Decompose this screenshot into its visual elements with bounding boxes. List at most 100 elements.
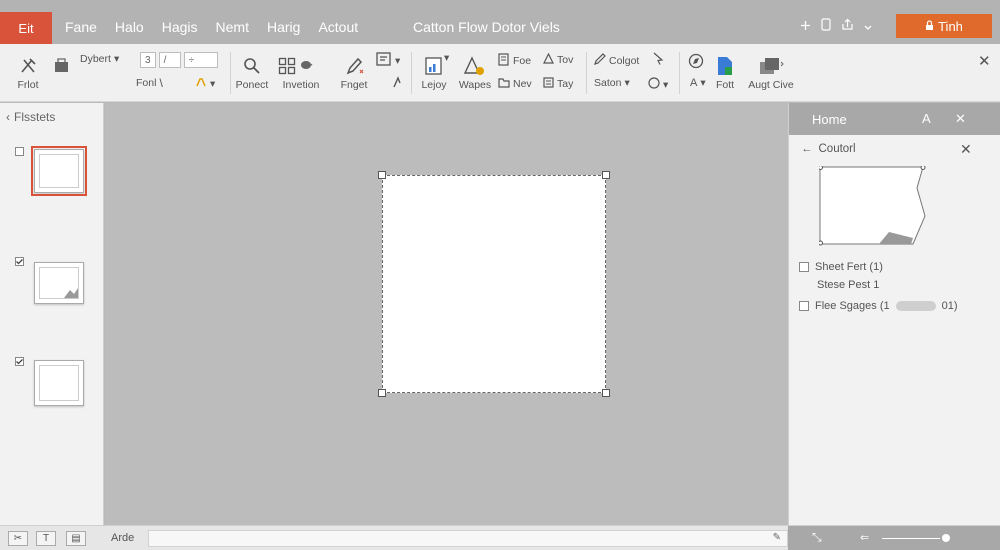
ribbon-invetion-button[interactable]: Invetion [276,44,326,102]
highlight-icon [195,76,207,91]
ribbon-tay-button[interactable]: Tay [543,77,573,91]
insert-box-icon [376,52,392,69]
thumbnail-checkbox[interactable] [15,147,24,156]
highlight-dropdown[interactable]: ▾ [195,76,215,91]
text-direction-icon [392,76,402,91]
app-tab[interactable]: Eit [0,12,52,45]
pencil-icon [594,53,606,68]
close-icon[interactable]: ✕ [955,111,966,127]
close-icon[interactable]: ✕ [960,141,972,158]
ribbon-paint-button[interactable] [50,36,74,94]
text-direction-button[interactable] [392,76,402,91]
page-icon[interactable]: ▤ [66,531,86,546]
status-field[interactable]: ✎ [148,530,788,547]
text-icon[interactable]: T [36,531,56,546]
emoji-dropdown[interactable]: ▾ [648,77,668,92]
share-icon[interactable] [841,18,854,34]
option-sheet-fert[interactable]: Sheet Fert (1) [799,261,883,273]
menu-item-nemt[interactable]: Nemt [207,19,258,35]
thumbnail-checkbox[interactable] [15,357,24,366]
checkbox[interactable] [799,301,809,311]
option-flee-sgages[interactable]: Flee Sgages (1 01) [799,300,958,312]
share-button-label: Tinh [938,18,963,34]
resize-handle[interactable] [378,389,386,397]
font-size-fields: 3 / ÷ [140,52,218,68]
checkbox[interactable] [799,262,809,272]
emoji-icon [648,77,660,92]
search-icon [241,55,263,77]
ribbon-wapes-button[interactable]: Wapes [456,44,494,102]
slide-thumbnail-page [39,154,79,188]
arrow-left-icon: ← [801,143,813,155]
slide-thumbnail-page [39,267,79,299]
share-button[interactable]: Tinh [896,14,992,38]
settings-icon[interactable] [800,19,811,34]
resize-handle[interactable] [602,389,610,397]
thumbnail-checkbox[interactable] [15,257,24,266]
menu-item-actout[interactable]: Actout [309,19,367,35]
zoom-slider-knob[interactable] [942,534,950,542]
ribbon-frlot-button[interactable]: Frlot [10,44,46,102]
chevron-down-icon[interactable] [864,19,872,34]
strikethrough-icon[interactable]: \ [159,76,162,90]
menu-item-harig[interactable]: Harig [258,19,309,35]
resize-handle[interactable] [602,171,610,179]
device-icon[interactable] [821,18,831,34]
cut-icon[interactable]: ✂ [8,531,28,546]
ribbon-tov-button[interactable]: Tov [543,52,573,67]
ribbon-nev-button[interactable]: Nev [498,77,532,91]
slide-thumbnail[interactable] [34,360,84,406]
compass-icon [688,53,704,72]
document-icon [714,55,736,77]
paint-bucket-icon [51,54,73,76]
ribbon-dybert-dropdown[interactable]: Dybert ▾ [80,53,119,65]
window-controls [800,18,872,34]
ribbon-for-button[interactable]: Foe [498,53,531,69]
chevron-down-icon: ▾ [113,53,120,65]
status-bar: ✂ T ▤ Arde ✎ ⤡ ⇐ [0,525,1000,550]
ribbon-saton-label: Saton [594,77,622,89]
resize-handle[interactable] [378,171,386,179]
ribbon-invetion-label: Invetion [282,79,320,91]
close-icon[interactable]: ✕ [978,52,991,70]
font-color-dropdown[interactable]: A ▾ [690,77,706,89]
fit-icon[interactable]: ⤡ [812,530,822,545]
task-pane-back[interactable]: ← Coutorl [801,143,856,155]
selected-page[interactable] [378,171,610,397]
chevron-left-icon[interactable]: ‹ [6,110,10,124]
ribbon-separator [586,52,587,94]
editing-canvas[interactable] [105,103,788,525]
ribbon-fnget-button[interactable]: Fnget [336,44,372,102]
ribbon-colgot-button[interactable]: Colgot [594,53,639,68]
ribbon-tay-label: Tay [557,78,574,90]
ribbon-insert-dropdown[interactable]: ▾ [376,52,400,69]
slide-thumbnail[interactable] [34,262,84,304]
pen-icon[interactable]: ✎ [773,532,781,543]
ribbon-augt-cive-label: Augt Cive [748,79,794,91]
ribbon-compass-button[interactable] [688,53,704,72]
task-pane-header: Home A ✕ [789,103,1000,135]
menu-items: Fane Halo Hagis Nemt Harig Actout [56,19,367,35]
option-label: Stese Pest 1 [817,279,880,291]
ribbon-augt-cive-button[interactable]: Augt Cive [742,44,800,102]
font-extra-field[interactable]: ÷ [183,52,218,68]
menu-item-halo[interactable]: Halo [106,19,153,35]
select-arrow-button[interactable] [652,52,664,68]
menu-item-hagis[interactable]: Hagis [153,19,207,35]
ribbon-ponect-button[interactable]: Ponect [234,44,270,102]
ribbon-saton-dropdown[interactable]: Saton ▾ [594,77,630,89]
menu-item-fane[interactable]: Fane [56,19,106,35]
font-icon[interactable]: A [922,111,931,126]
option-label: Sheet Fert (1) [815,261,883,273]
slides-panel-header: ‹ Flsstets [6,110,55,124]
folder-icon [498,77,510,91]
font-color-icon: A [690,77,698,89]
zoom-bar: ⤡ ⇐ [788,526,1000,550]
ribbon-fott-button[interactable]: Fott [710,44,740,102]
zoom-slider[interactable] [882,538,940,539]
font-style-field[interactable]: / [158,52,181,68]
zoom-out-icon[interactable]: ⇐ [860,531,869,544]
slide-thumbnail[interactable] [31,146,87,196]
chart-dropdown[interactable]: ▾ [444,52,449,64]
font-size-field[interactable]: 3 [140,52,156,68]
